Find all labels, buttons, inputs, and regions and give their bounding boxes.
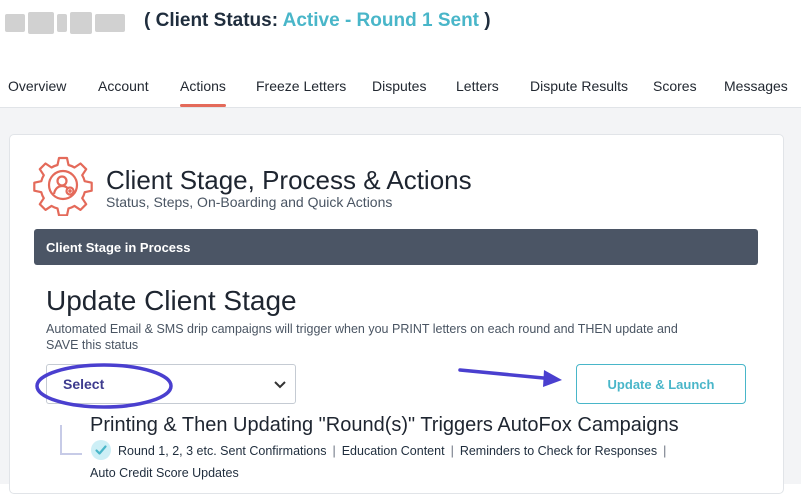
gear-user-icon bbox=[33, 156, 93, 216]
tab-dispute-results[interactable]: Dispute Results bbox=[530, 78, 628, 94]
stage-bar: Client Stage in Process bbox=[34, 229, 758, 265]
tab-actions[interactable]: Actions bbox=[180, 78, 226, 107]
feature-list-continued: Auto Credit Score Updates bbox=[90, 466, 239, 480]
update-stage-description: Automated Email & SMS drip campaigns wil… bbox=[46, 322, 678, 352]
client-status: ( Client Status: Active - Round 1 Sent ) bbox=[144, 10, 491, 32]
feature-item: Round 1, 2, 3 etc. Sent Confirmations bbox=[118, 444, 327, 458]
tab-scores[interactable]: Scores bbox=[653, 78, 697, 94]
card-subtitle: Status, Steps, On-Boarding and Quick Act… bbox=[106, 194, 393, 210]
status-value: Active - Round 1 Sent bbox=[282, 10, 479, 31]
card-title: Client Stage, Process & Actions bbox=[106, 165, 472, 195]
feature-list: Round 1, 2, 3 etc. Sent Confirmations | Ed… bbox=[118, 444, 667, 458]
stage-select-value: Select bbox=[63, 376, 105, 392]
tab-disputes[interactable]: Disputes bbox=[372, 78, 426, 94]
tab-account[interactable]: Account bbox=[98, 78, 149, 94]
tab-overview[interactable]: Overview bbox=[8, 78, 66, 94]
tab-bar: Overview Account Actions Freeze Letters … bbox=[0, 66, 801, 108]
status-label: ( Client Status: bbox=[144, 10, 279, 31]
update-launch-button[interactable]: Update & Launch bbox=[576, 364, 746, 404]
tab-messages[interactable]: Messages bbox=[724, 78, 788, 94]
top-header: ( Client Status: Active - Round 1 Sent ) bbox=[0, 0, 801, 60]
feature-item: Auto Credit Score Updates bbox=[90, 466, 239, 480]
status-close: ) bbox=[484, 10, 491, 31]
chevron-down-icon bbox=[274, 381, 286, 389]
client-name-redacted bbox=[5, 8, 135, 38]
update-stage-title: Update Client Stage bbox=[46, 285, 297, 316]
stage-select[interactable]: Select bbox=[46, 364, 296, 404]
tab-letters[interactable]: Letters bbox=[456, 78, 499, 94]
tree-connector bbox=[60, 425, 82, 455]
tab-freeze-letters[interactable]: Freeze Letters bbox=[256, 78, 346, 94]
feature-item: Reminders to Check for Responses bbox=[459, 444, 658, 458]
feature-item: Education Content bbox=[341, 444, 445, 458]
check-circle-icon bbox=[91, 440, 111, 460]
triggers-title: Printing & Then Updating "Round(s)" Trig… bbox=[90, 414, 679, 436]
